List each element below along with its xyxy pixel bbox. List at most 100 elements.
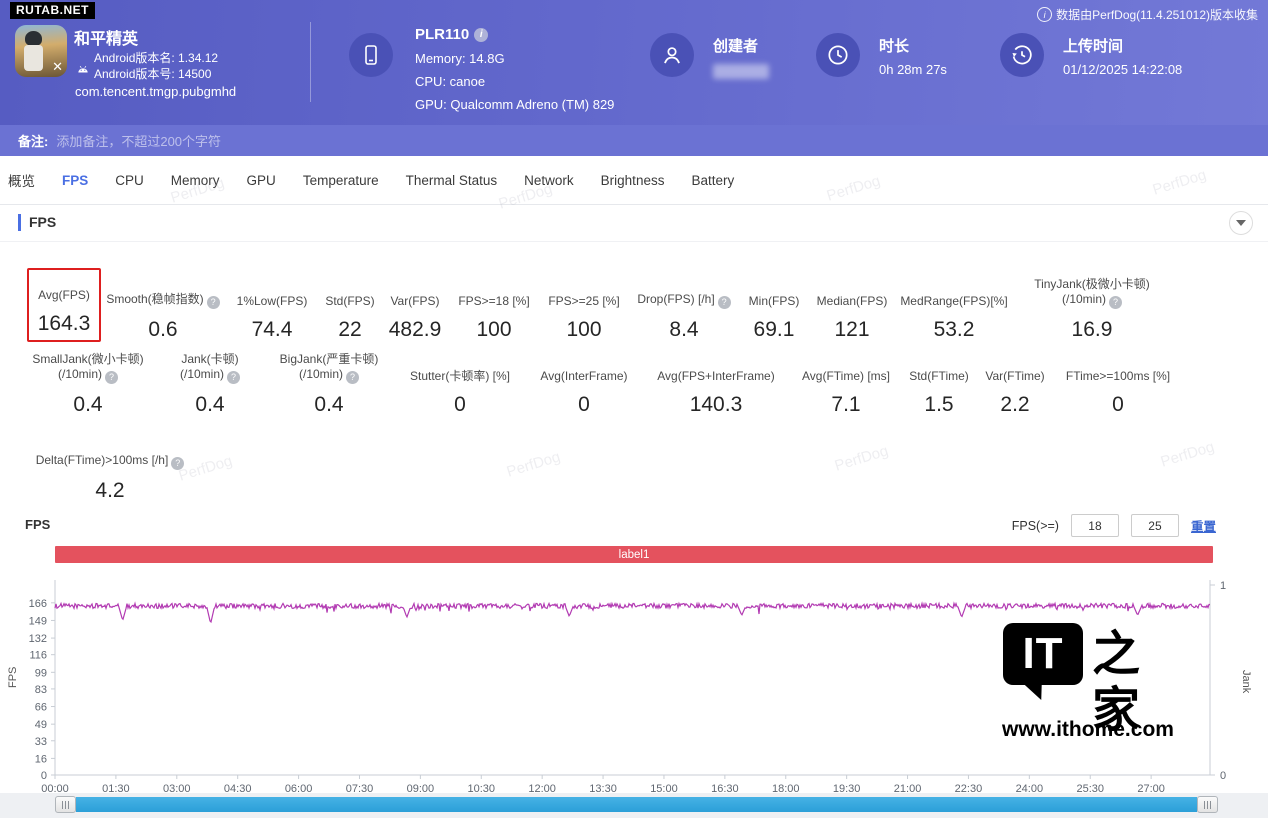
reset-link[interactable]: 重置 (1191, 516, 1216, 535)
metric-value: 4.2 (36, 479, 185, 503)
scrollbar-range-bar[interactable] (76, 797, 1197, 812)
metric-label: Smooth(稳帧指数)? (106, 279, 219, 309)
upload-value: 01/12/2025 14:22:08 (1063, 62, 1182, 77)
info-icon[interactable]: ? (171, 457, 184, 470)
info-icon[interactable]: ? (207, 296, 220, 309)
info-icon[interactable]: ? (105, 371, 118, 384)
device-model: PLR110i (415, 26, 488, 43)
metric-label: FTime>=100ms [%] (1066, 354, 1170, 384)
tab-brightness[interactable]: Brightness (601, 173, 665, 188)
tab-cpu[interactable]: CPU (115, 173, 144, 188)
metrics-row-1: Avg(FPS)164.3Smooth(稳帧指数)?0.61%Low(FPS)7… (0, 268, 1170, 342)
header-divider (310, 22, 311, 102)
android-icon (76, 56, 90, 82)
device-gpu: GPU: Qualcomm Adreno (TM) 829 (415, 97, 614, 112)
fps-threshold-filter: FPS(>=) 重置 (1012, 514, 1216, 537)
duration-label: 时长 (879, 35, 909, 56)
tab-memory[interactable]: Memory (171, 173, 220, 188)
tab-gpu[interactable]: GPU (247, 173, 276, 188)
info-icon[interactable]: ? (1109, 296, 1122, 309)
ithome-url: www.ithome.com (1000, 718, 1176, 742)
tab-network[interactable]: Network (524, 173, 574, 188)
metric-value: 69.1 (749, 318, 800, 342)
svg-text:33: 33 (35, 736, 47, 748)
metric-bigjank-10min: BigJank(严重卡顿)(/10min)?0.4 (264, 352, 394, 417)
tab-battery[interactable]: Battery (691, 173, 734, 188)
tab-fps[interactable]: FPS (62, 173, 88, 188)
metric-value: 0.4 (180, 393, 240, 417)
device-info-icon[interactable]: i (474, 28, 488, 42)
metric-value: 100 (458, 318, 529, 342)
metric-label: Avg(InterFrame) (540, 354, 627, 384)
svg-text:0: 0 (41, 770, 47, 782)
history-clock-icon (1009, 42, 1035, 68)
metric-smooth: Smooth(稳帧指数)?0.6 (102, 279, 224, 342)
metric-label: SmallJank(微小卡顿)(/10min)? (32, 352, 143, 384)
metric-value: 0 (410, 393, 510, 417)
tab-bar: 概览 FPS CPU Memory GPU Temperature Thermal Stat… (0, 156, 1268, 205)
ithome-it-bubble: IT (1003, 623, 1083, 685)
scrollbar-left-handle[interactable] (55, 796, 76, 813)
chart-region-label-band[interactable]: label1 (55, 546, 1213, 563)
fps-threshold-input-2[interactable] (1131, 514, 1179, 537)
metric-label: Min(FPS) (749, 279, 800, 309)
perfdog-watermark: PerfDog (833, 442, 891, 474)
tab-[interactable]: 概览 (8, 170, 35, 190)
metric-delta-ftime-100ms-h: Delta(FTime)>100ms [/h]?4.2 (20, 440, 200, 503)
scrollbar-right-handle[interactable] (1197, 796, 1218, 813)
metric-ftime-100ms: FTime>=100ms [%] 0 (1054, 354, 1182, 417)
metric-tinyjank-10min: TinyJank(极微小卡顿)(/10min)?16.9 (1014, 277, 1170, 342)
metric-fps-25: FPS>=25 [%]100 (538, 279, 630, 342)
metric-std-fps: Std(FPS) 22 (320, 279, 380, 342)
metric-label: 1%Low(FPS) (237, 279, 308, 309)
metric-label: Median(FPS) (817, 279, 888, 309)
metric-value: 16.9 (1034, 318, 1150, 342)
creator-label: 创建者 (713, 35, 758, 56)
metric-value: 482.9 (389, 318, 442, 342)
metric-label: Avg(FPS+InterFrame) (657, 354, 774, 384)
svg-text:166: 166 (29, 598, 47, 610)
metric-value: 53.2 (900, 318, 1007, 342)
tab-temperature[interactable]: Temperature (303, 173, 379, 188)
device-icon-circle (349, 33, 393, 77)
metric-avg-fps: Avg(FPS)164.3 (26, 268, 102, 342)
note-bar[interactable]: 备注: 添加备注，不超过200个字符 (0, 125, 1268, 156)
metric-value: 22 (325, 318, 374, 342)
metric-var-fps: Var(FPS)482.9 (380, 279, 450, 342)
perfdog-watermark: PerfDog (1159, 438, 1217, 470)
app-name: 和平精英 (74, 25, 138, 49)
svg-text:FPS: FPS (7, 667, 19, 688)
fps-filter-label: FPS(>=) (1012, 519, 1059, 533)
creator-icon-circle (650, 33, 694, 77)
fps-threshold-input-1[interactable] (1071, 514, 1119, 537)
metric-median-fps: Median(FPS)121 (810, 279, 894, 342)
tab-thermal-status[interactable]: Thermal Status (406, 173, 498, 188)
svg-text:149: 149 (29, 615, 47, 627)
svg-text:66: 66 (35, 702, 47, 714)
metric-value: 0.4 (280, 393, 379, 417)
svg-text:0: 0 (1220, 770, 1226, 782)
android-version-name: Android版本名: 1.34.12 (94, 50, 218, 66)
metric-min-fps: Min(FPS) 69.1 (738, 279, 810, 342)
info-icon[interactable]: ? (718, 296, 731, 309)
duration-value: 0h 28m 27s (879, 62, 947, 77)
metric-label: Stutter(卡顿率) [%] (410, 354, 510, 384)
metric-value: 2.2 (985, 393, 1044, 417)
note-placeholder: 添加备注，不超过200个字符 (56, 131, 221, 150)
collect-note: i 数据由PerfDog(11.4.251012)版本收集 (1037, 6, 1258, 23)
info-icon[interactable]: ? (346, 371, 359, 384)
metric-drop-fps-h: Drop(FPS) [/h]?8.4 (630, 279, 738, 342)
svg-text:132: 132 (29, 633, 47, 645)
metric-label: Std(FPS) (325, 279, 374, 309)
metric-label: Var(FTime) (985, 354, 1044, 384)
info-icon[interactable]: ? (227, 371, 240, 384)
svg-text:116: 116 (29, 650, 47, 662)
svg-text:99: 99 (35, 667, 47, 679)
svg-text:83: 83 (35, 684, 47, 696)
metric-label: Std(FTime) (909, 354, 969, 384)
metric-value: 0.4 (32, 393, 143, 417)
metric-value: 0 (1066, 393, 1170, 417)
metric-label: Avg(FPS) (38, 273, 91, 303)
info-icon: i (1037, 7, 1052, 22)
collapse-section-button[interactable] (1229, 211, 1253, 235)
